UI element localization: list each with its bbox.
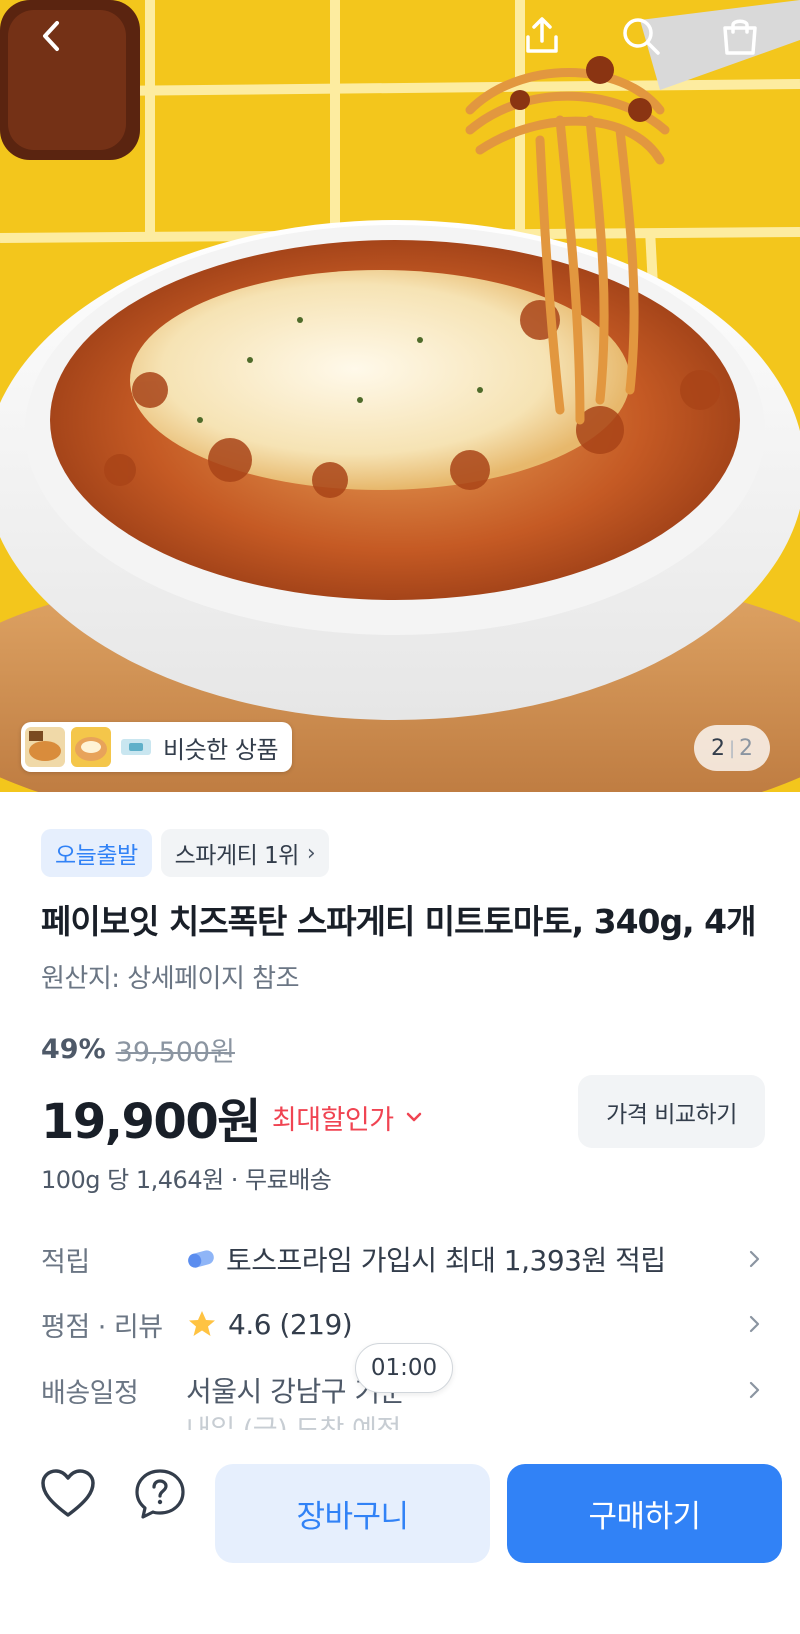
add-to-cart-button[interactable]: 장바구니 [215, 1464, 490, 1563]
max-discount-toggle[interactable]: 최대할인가 [272, 1098, 424, 1137]
question-icon [135, 1469, 185, 1519]
points-value: 토스프라임 가입시 최대 1,393원 적립 [226, 1244, 666, 1277]
product-title: 페이보잇 치즈폭탄 스파게티 미트토마토, 340g, 4개 [41, 902, 756, 941]
badge-row: 오늘출발 스파게티 1위 › [41, 829, 330, 877]
buy-now-button[interactable]: 구매하기 [507, 1464, 782, 1563]
chevron-right-icon [739, 1249, 769, 1269]
cart-top-button[interactable] [710, 6, 770, 66]
similar-products-label: 비슷한 상품 [163, 735, 279, 764]
search-button[interactable] [611, 6, 671, 66]
back-icon [43, 21, 59, 51]
similar-thumb-1 [25, 727, 65, 767]
share-icon [526, 17, 558, 53]
rating-value: 4.6 (219) [228, 1307, 353, 1341]
chevron-right-icon: › [306, 840, 316, 866]
similar-thumb-2 [71, 727, 111, 767]
product-image-carousel[interactable]: 비슷한 상품 2 | 2 [0, 0, 800, 792]
timer-badge: 01:00 [355, 1343, 453, 1393]
rating-label: 평점 · 리뷰 [41, 1311, 163, 1343]
product-origin: 원산지: 상세페이지 참조 [41, 964, 300, 994]
unit-price-shipping: 100g 당 1,464원 · 무료배송 [41, 1166, 332, 1194]
ranking-badge[interactable]: 스파게티 1위 › [160, 829, 330, 877]
points-label: 적립 [41, 1246, 90, 1278]
similar-thumb-3 [121, 739, 151, 755]
ranking-badge-label: 스파게티 1위 [174, 843, 300, 869]
shopping-bag-icon [723, 19, 757, 55]
image-page-counter: 2 | 2 [694, 725, 770, 771]
sale-price: 19,900원 [41, 1094, 261, 1150]
discount-rate: 49% [41, 1034, 106, 1065]
back-button[interactable] [22, 6, 82, 66]
price-compare-button[interactable]: 가격 비교하기 [578, 1075, 765, 1148]
chevron-right-icon [739, 1380, 769, 1400]
chevron-down-icon [406, 1112, 421, 1122]
delivery-label: 배송일정 [41, 1377, 139, 1409]
bottom-action-bar: 장바구니 구매하기 [0, 1432, 800, 1634]
page-separator: | [728, 737, 736, 759]
discount-row: 49% 39,500원 [41, 1030, 235, 1069]
product-photo [0, 0, 800, 792]
pill-icon [186, 1247, 216, 1271]
price-row: 19,900원 최대할인가 [41, 1082, 424, 1152]
similar-products-chip[interactable]: 비슷한 상품 [21, 722, 293, 772]
search-icon [623, 18, 660, 55]
inquiry-button[interactable] [130, 1464, 190, 1524]
wishlist-button[interactable] [38, 1464, 98, 1524]
today-ship-badge: 오늘출발 [41, 829, 152, 877]
points-row[interactable]: 적립 토스프라임 가입시 최대 1,393원 적립 [41, 1229, 769, 1289]
heart-icon [41, 1469, 95, 1517]
delivery-eta: 내일 (금) 도착 예정 [186, 1408, 401, 1430]
share-button[interactable] [512, 6, 572, 66]
star-icon [186, 1308, 218, 1340]
page-current: 2 [710, 735, 725, 761]
chevron-right-icon [739, 1314, 769, 1334]
max-discount-label: 최대할인가 [271, 1104, 394, 1136]
page-total: 2 [739, 735, 754, 761]
original-price: 39,500원 [115, 1037, 235, 1068]
